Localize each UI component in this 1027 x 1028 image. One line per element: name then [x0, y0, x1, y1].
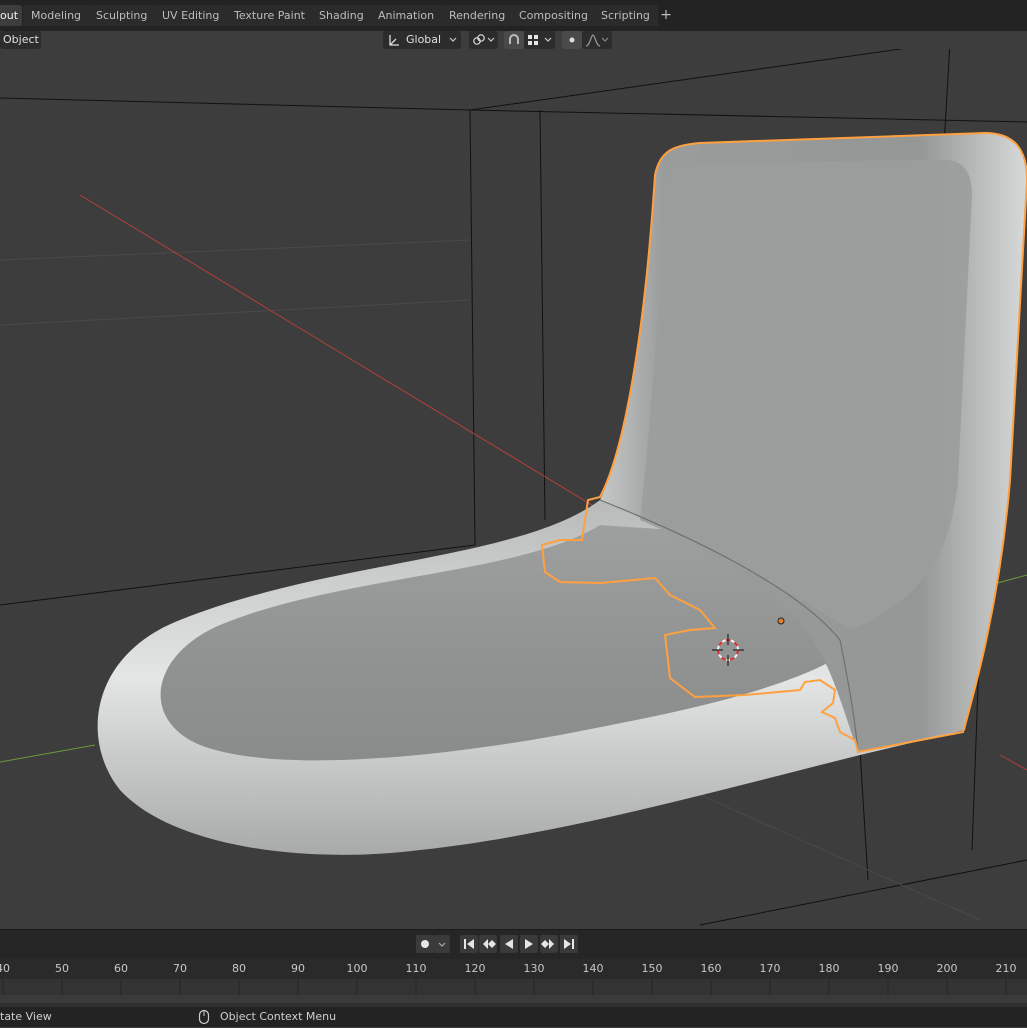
frame-tick: 200	[936, 962, 958, 975]
jump-end-icon[interactable]	[560, 935, 578, 953]
status-rotate-view-label: tate View	[0, 1010, 52, 1023]
viewport-canvas[interactable]	[0, 41, 1027, 929]
mouse-right-icon	[198, 1009, 210, 1028]
prev-keyframe-icon[interactable]	[479, 935, 497, 953]
frame-tick: 130	[523, 962, 545, 975]
tab-rendering[interactable]: Rendering	[441, 5, 514, 26]
add-workspace-button[interactable]: +	[657, 5, 675, 26]
tab-modeling[interactable]: Modeling	[23, 5, 90, 26]
frame-tick: 110	[405, 962, 427, 975]
transform-pivot-dropdown[interactable]	[469, 31, 498, 49]
frame-tick: 140	[582, 962, 604, 975]
workspace-tab-bar: out Modeling Sculpting UV Editing Textur…	[0, 0, 1027, 31]
x-axis-line	[79, 194, 601, 511]
frame-tick: 180	[818, 962, 840, 975]
object-menu[interactable]: Object	[0, 31, 41, 49]
frame-tick: 190	[877, 962, 899, 975]
jump-start-icon[interactable]	[460, 935, 478, 953]
tab-texture-paint[interactable]: Texture Paint	[226, 5, 313, 26]
frame-tick: 80	[232, 962, 246, 975]
transform-orientation-dropdown[interactable]: Global	[383, 31, 461, 49]
frame-tick: 60	[114, 962, 128, 975]
tab-sculpting[interactable]: Sculpting	[88, 5, 156, 26]
record-icon[interactable]	[416, 935, 434, 953]
frame-tick: 160	[700, 962, 722, 975]
status-context-menu-label: Object Context Menu	[220, 1010, 337, 1023]
frame-tick: 120	[464, 962, 486, 975]
frame-ruler[interactable]: 40 50 60 70 80 90 100 110 120 130 140 15…	[0, 959, 1027, 979]
timeline-track-area[interactable]	[0, 979, 1027, 1007]
tab-uv-editing[interactable]: UV Editing	[154, 5, 228, 26]
falloff-dropdown[interactable]	[582, 31, 612, 49]
viewport-header: Object Global	[0, 31, 1027, 49]
3d-viewport[interactable]	[0, 41, 1027, 929]
frame-tick: 70	[173, 962, 187, 975]
status-bar: tate View Object Context Menu	[0, 1007, 1027, 1027]
record-options-chevron-icon[interactable]	[434, 935, 450, 953]
orientation-label: Global	[406, 33, 442, 46]
tab-animation[interactable]: Animation	[370, 5, 443, 26]
tab-scripting[interactable]: Scripting	[593, 5, 658, 26]
frame-tick: 90	[291, 962, 305, 975]
play-icon[interactable]	[520, 935, 538, 953]
play-reverse-icon[interactable]	[500, 935, 518, 953]
frame-tick: 210	[995, 962, 1017, 975]
tab-compositing[interactable]: Compositing	[511, 5, 596, 26]
timeline-grid	[0, 979, 1027, 1003]
tab-shading[interactable]: Shading	[311, 5, 372, 26]
object-origin-dot	[777, 617, 785, 625]
tab-layout[interactable]: out	[0, 5, 22, 26]
snapping-toggle[interactable]	[504, 31, 524, 49]
proportional-editing-toggle[interactable]	[562, 31, 582, 49]
frame-tick: 150	[641, 962, 663, 975]
y-axis-line	[0, 744, 96, 763]
x-axis-line-far	[999, 754, 1027, 771]
frame-tick: 50	[55, 962, 69, 975]
snap-target-dropdown[interactable]	[524, 31, 555, 49]
next-keyframe-icon[interactable]	[540, 935, 558, 953]
frame-tick: 170	[759, 962, 781, 975]
frame-tick: 100	[346, 962, 368, 975]
frame-tick: 40	[0, 962, 10, 975]
